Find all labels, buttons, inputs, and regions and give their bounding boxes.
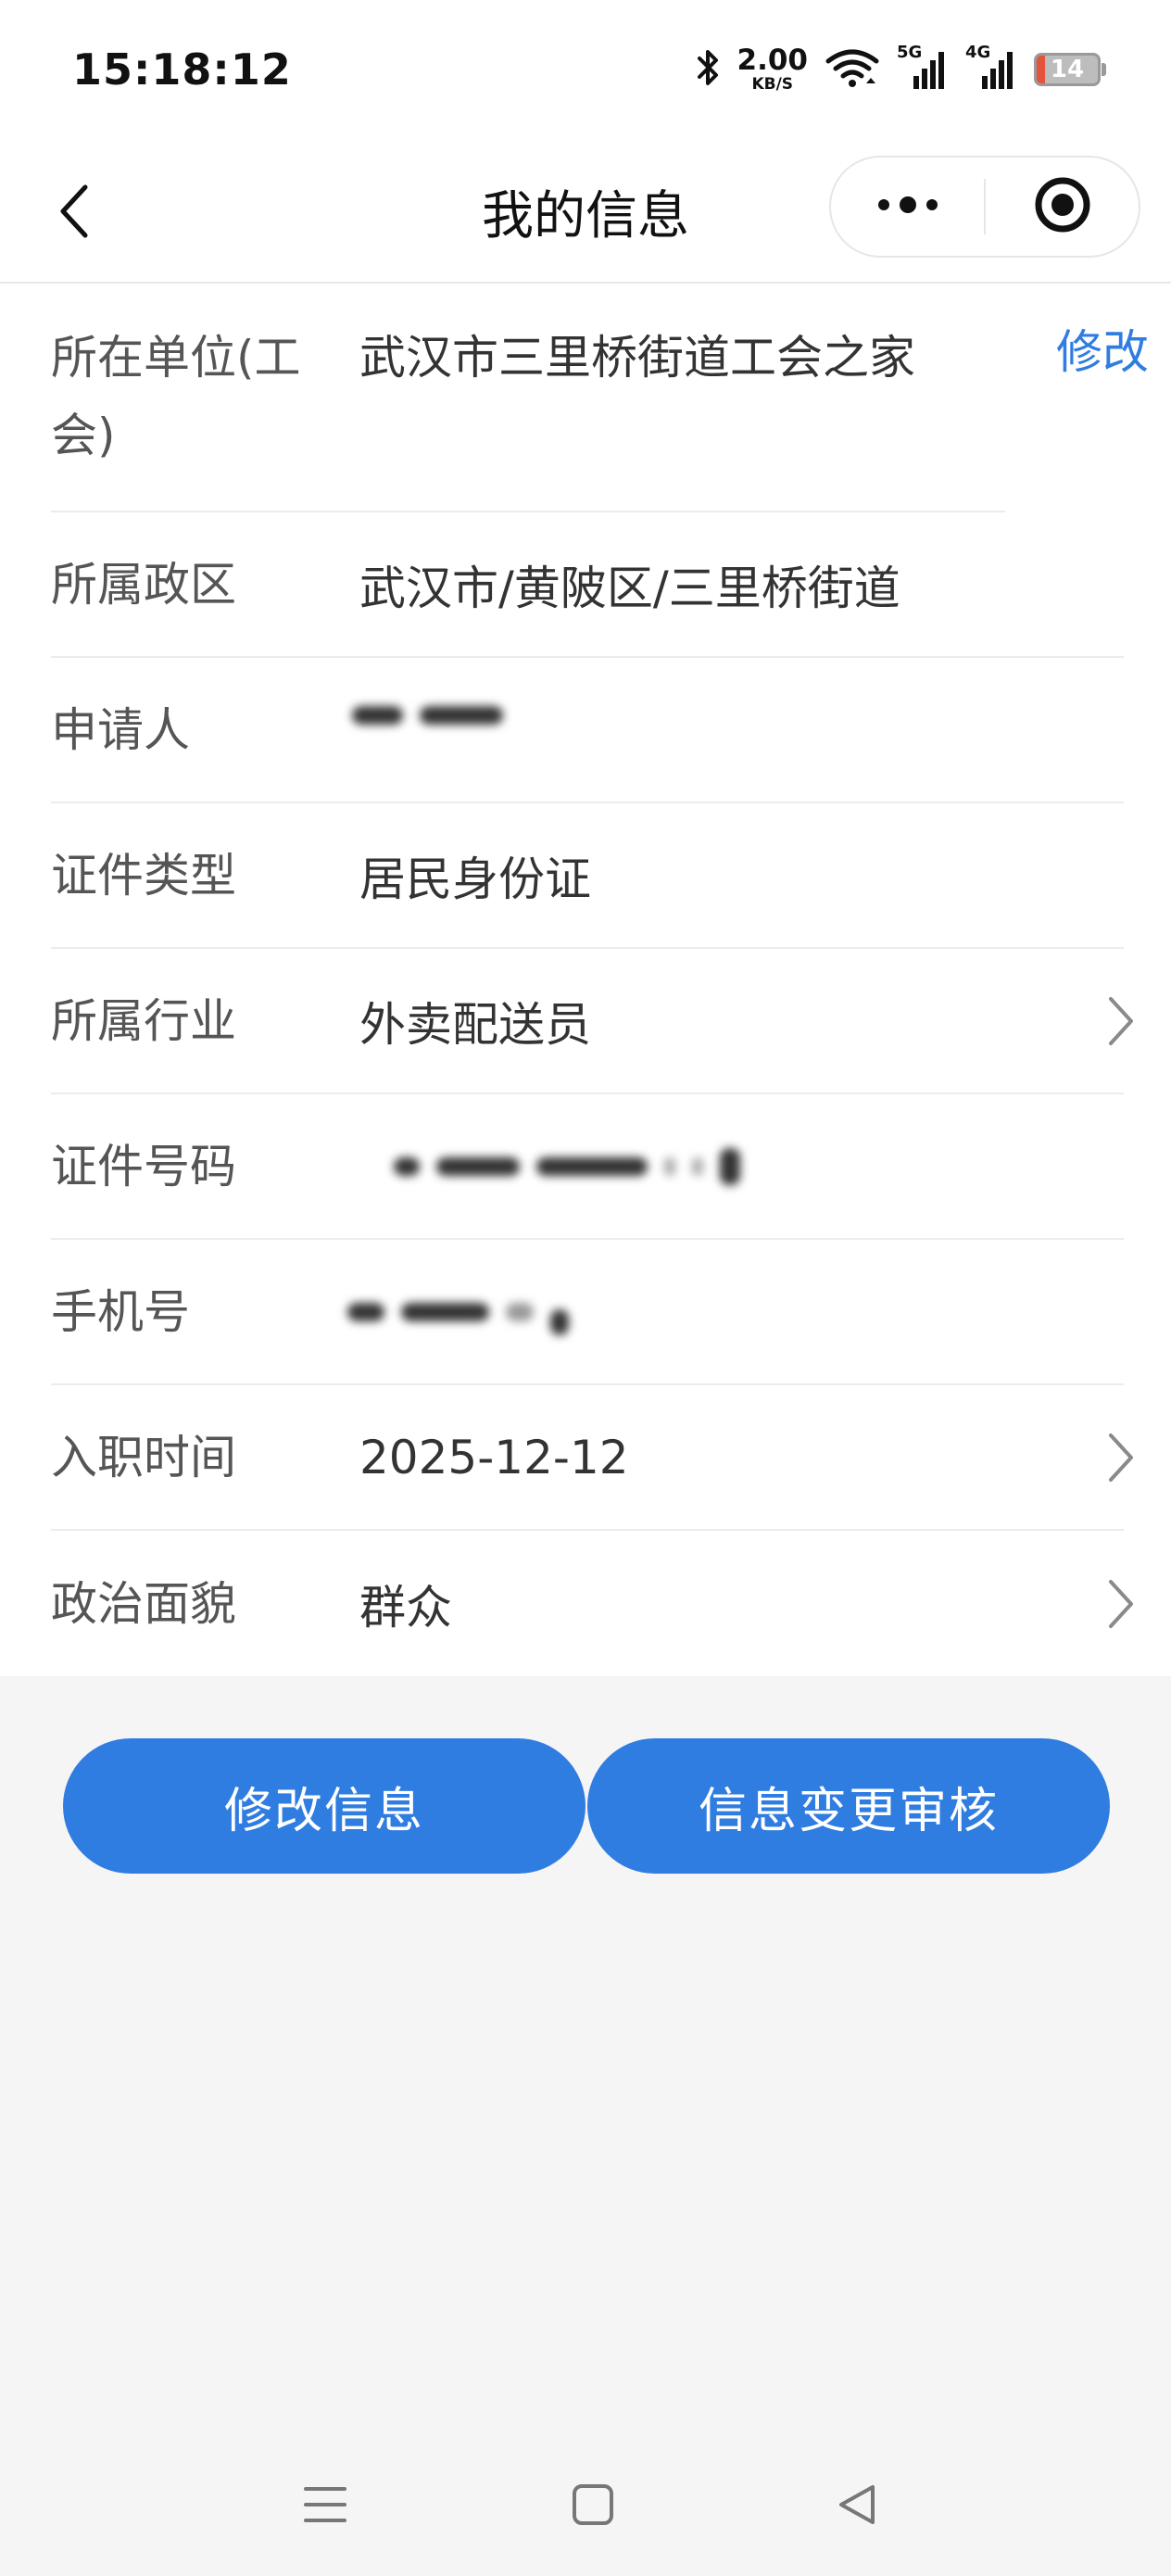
row-label: 手机号: [51, 1284, 190, 1339]
row-id-number: 证件号码: [51, 1094, 1124, 1240]
battery-cap: [1102, 63, 1106, 76]
row-value: 2025-12-12: [359, 1430, 629, 1484]
bluetooth-icon: [697, 46, 721, 93]
row-label: 政治面貌: [51, 1576, 236, 1631]
signal-4g-icon: 4G: [965, 43, 1017, 91]
chevron-right-icon: [1098, 989, 1144, 1054]
row-label: 证件类型: [51, 848, 236, 903]
system-nav-bar: [0, 2456, 1171, 2557]
row-value: 群众: [359, 1580, 452, 1635]
row-label: 入职时间: [51, 1430, 236, 1484]
more-button[interactable]: [831, 158, 984, 256]
chevron-right-icon: [1098, 1425, 1144, 1490]
change-review-button[interactable]: 信息变更审核: [587, 1738, 1110, 1874]
row-value: 武汉市三里桥街道工会之家: [359, 331, 915, 385]
net-speed-unit: KB/S: [751, 75, 794, 94]
action-buttons: 修改信息 信息变更审核: [63, 1738, 1110, 1874]
nav-bar: 我的信息: [0, 139, 1171, 284]
redacted-phone: [347, 1301, 569, 1335]
battery: 14: [1034, 53, 1101, 86]
redacted-id-number: [394, 1147, 740, 1185]
row-hire-date[interactable]: 入职时间 2025-12-12: [51, 1385, 1133, 1531]
row-label: 证件号码: [51, 1139, 236, 1193]
row-phone: 手机号: [51, 1240, 1124, 1385]
battery-fill: [1037, 56, 1046, 83]
row-district: 所属政区 武汉市/黄陂区/三里桥街道: [51, 512, 1124, 658]
row-political-status[interactable]: 政治面貌 群众: [51, 1531, 1133, 1676]
wifi-icon: [825, 46, 880, 93]
back-nav-button[interactable]: [826, 2476, 888, 2537]
signal-5g-label: 5G: [897, 43, 923, 62]
close-target-icon: [1033, 175, 1092, 238]
menu-button[interactable]: [295, 2476, 356, 2537]
edit-union-link[interactable]: 修改: [1056, 315, 1149, 382]
status-time: 15:18:12: [72, 44, 292, 95]
mini-program-capsule: [829, 156, 1140, 258]
battery-level: 14: [1050, 56, 1085, 83]
row-applicant: 申请人: [51, 658, 1124, 803]
modify-info-button[interactable]: 修改信息: [63, 1738, 586, 1874]
signal-4g-label: 4G: [965, 43, 991, 62]
row-value: 居民身份证: [359, 852, 591, 906]
row-id-type: 证件类型 居民身份证: [51, 803, 1124, 949]
home-square-icon: [570, 2481, 616, 2532]
row-label: 申请人: [51, 702, 190, 757]
net-speed: 2.00 KB/S: [737, 46, 809, 93]
row-value: 外卖配送员: [359, 997, 591, 1052]
net-speed-value: 2.00: [737, 44, 809, 77]
chevron-right-icon: [1098, 1572, 1144, 1636]
back-triangle-icon: [834, 2481, 880, 2532]
redacted-name: [352, 704, 503, 726]
row-union: 所在单位(工会) 武汉市三里桥街道工会之家: [51, 284, 1005, 512]
more-dots-icon: [875, 194, 941, 220]
close-button[interactable]: [986, 158, 1139, 256]
status-bar: 15:18:12 2.00 KB/S 5G 4G 14: [0, 0, 1171, 139]
row-industry[interactable]: 所属行业 外卖配送员: [51, 949, 1133, 1094]
battery-icon: 14: [1034, 53, 1106, 86]
row-value: 武汉市/黄陂区/三里桥街道: [359, 561, 900, 615]
info-list: 所在单位(工会) 武汉市三里桥街道工会之家 所属政区 武汉市/黄陂区/三里桥街道…: [0, 284, 1171, 1676]
status-icons: 2.00 KB/S 5G 4G 14: [697, 42, 1106, 97]
row-label: 所在单位(工会): [51, 331, 301, 462]
home-button[interactable]: [562, 2476, 623, 2537]
row-label: 所属行业: [51, 993, 236, 1048]
row-label: 所属政区: [51, 557, 236, 612]
signal-5g-icon: 5G: [897, 43, 949, 91]
menu-icon: [302, 2483, 348, 2530]
